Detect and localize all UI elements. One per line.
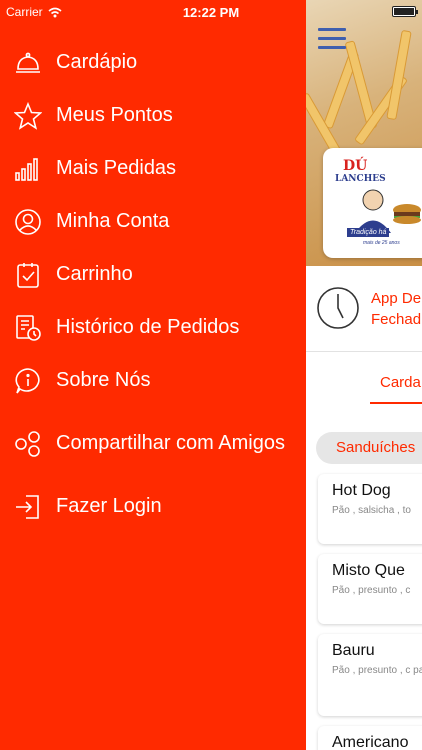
tab-cardapio[interactable]: Carda	[380, 374, 421, 391]
history-list-icon	[14, 314, 42, 342]
product-name: Hot Dog	[332, 482, 391, 499]
menu-item-label: Minha Conta	[56, 210, 170, 232]
bar-chart-icon	[14, 155, 42, 183]
product-desc: Pão , salsicha , to	[332, 505, 411, 516]
restaurant-logo: DÚ LANCHES Tradição há mais de 25 anos	[323, 148, 422, 258]
product-card[interactable]: Bauru Pão , presunto , c palha.	[318, 634, 422, 716]
store-status: App De Fechad	[306, 266, 422, 352]
category-label: Sanduíches	[336, 439, 416, 456]
tab-bar: Carda	[306, 352, 422, 412]
hero-image: DÚ LANCHES Tradição há mais de 25 anos	[306, 0, 422, 266]
store-status-line2: Fechad	[371, 311, 422, 328]
share-icon	[14, 430, 42, 458]
product-card[interactable]: Americano	[318, 726, 422, 750]
menu-item-sobre-nos[interactable]: Sobre Nós	[0, 354, 306, 407]
star-icon	[14, 101, 42, 130]
menu-item-mais-pedidas[interactable]: Mais Pedidas	[0, 142, 306, 195]
menu-item-label: Carrinho	[56, 263, 133, 285]
menu-item-minha-conta[interactable]: Minha Conta	[0, 195, 306, 248]
status-time: 12:22 PM	[182, 5, 240, 20]
info-bubble-icon	[14, 367, 42, 395]
store-status-line1: App De	[371, 290, 422, 307]
product-card[interactable]: Hot Dog Pão , salsicha , to	[318, 474, 422, 544]
cart-check-icon	[14, 261, 42, 289]
menu-item-label: Mais Pedidas	[56, 157, 177, 179]
logo-tagline: Tradição há	[347, 228, 390, 237]
cloche-icon	[14, 49, 42, 77]
menu-item-fazer-login[interactable]: Fazer Login	[0, 480, 306, 533]
product-name: Bauru	[332, 642, 375, 659]
login-icon	[14, 493, 42, 521]
menu-item-label: Compartilhar com Amigos	[56, 432, 285, 454]
status-bar: Carrier 12:22 PM	[0, 0, 422, 24]
tab-underline	[370, 402, 422, 404]
menu-item-historico[interactable]: Histórico de Pedidos	[0, 301, 306, 354]
user-circle-icon	[14, 208, 42, 236]
clock-icon	[317, 287, 359, 329]
menu-item-cardapio[interactable]: Cardápio	[0, 36, 306, 89]
menu-item-compartilhar[interactable]: Compartilhar com Amigos	[0, 407, 306, 480]
product-name: Misto Que	[332, 562, 405, 579]
main-panel: DÚ LANCHES Tradição há mais de 25 anos A…	[306, 0, 422, 750]
menu-item-label: Sobre Nós	[56, 369, 151, 391]
menu-item-label: Histórico de Pedidos	[56, 316, 240, 338]
side-menu: Cardápio Meus Pontos Mais Pedidas Minha …	[0, 36, 306, 533]
category-pill-sanduiches[interactable]: Sanduíches	[316, 432, 422, 464]
menu-item-label: Fazer Login	[56, 495, 162, 517]
battery-icon	[392, 6, 418, 17]
product-desc: Pão , presunto , c	[332, 585, 411, 596]
menu-item-label: Meus Pontos	[56, 104, 173, 126]
product-desc: Pão , presunto , c palha.	[332, 665, 422, 676]
menu-item-label: Cardápio	[56, 51, 138, 73]
logo-tagline-years: mais de 25 anos	[363, 240, 400, 246]
menu-item-carrinho[interactable]: Carrinho	[0, 248, 306, 301]
menu-item-meus-pontos[interactable]: Meus Pontos	[0, 89, 306, 142]
product-name: Americano	[332, 734, 409, 750]
product-card[interactable]: Misto Que Pão , presunto , c	[318, 554, 422, 624]
hamburger-menu-icon[interactable]	[318, 28, 346, 50]
